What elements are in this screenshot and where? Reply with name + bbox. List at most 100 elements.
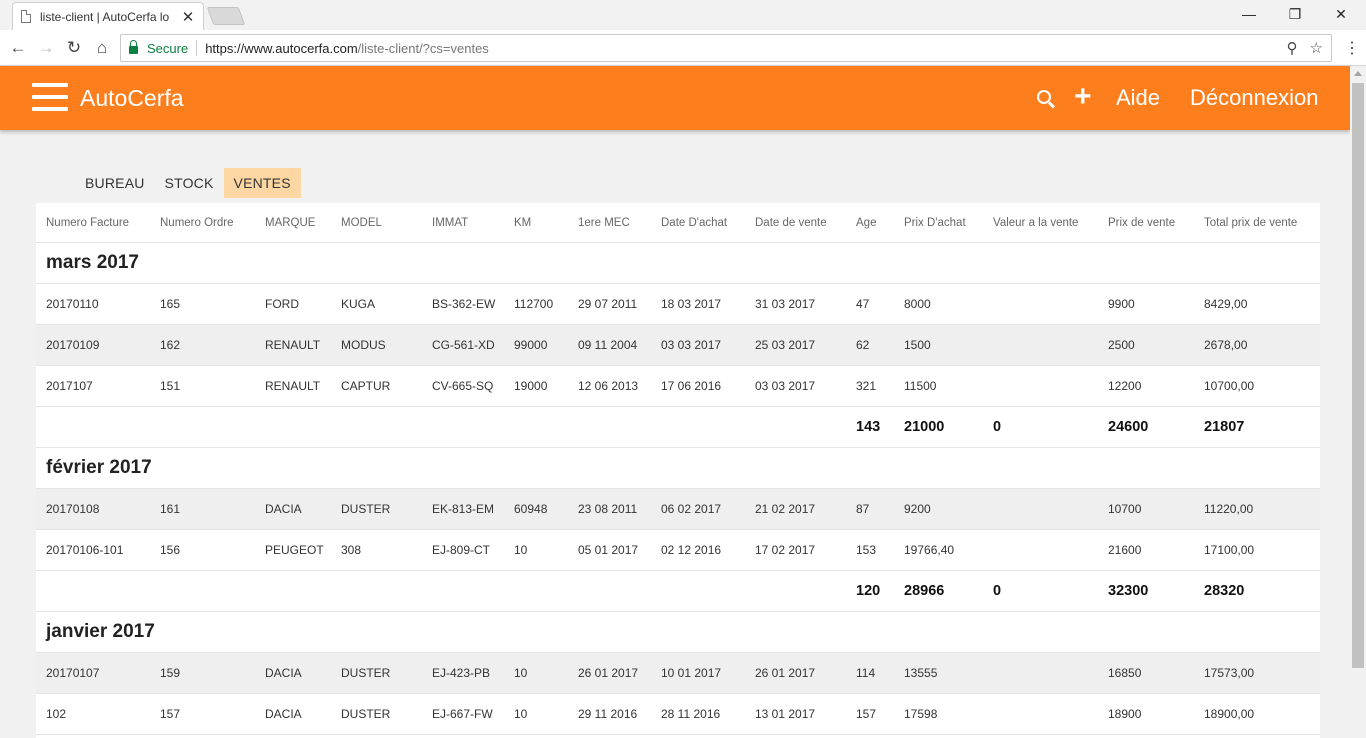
hamburger-menu-icon[interactable] [32, 83, 68, 111]
cell: 09 11 2004 [578, 338, 638, 352]
table-row[interactable]: 20170110 165 FORD KUGA BS-362-EW 112700 … [36, 284, 1320, 325]
cell: 21600 [1108, 543, 1142, 557]
cell: 29 11 2016 [578, 707, 638, 721]
column-header: Numero Ordre [160, 216, 234, 229]
cell: EJ-423-PB [432, 666, 491, 680]
cell: 23 08 2011 [578, 502, 638, 516]
cell: 157 [856, 707, 877, 721]
scroll-thumb[interactable] [1352, 83, 1364, 668]
search-icon[interactable] [1037, 90, 1055, 108]
total-prix-vente: 24600 [1108, 419, 1149, 435]
reload-icon[interactable]: ↻ [62, 36, 86, 60]
cell: 18900,00 [1204, 707, 1255, 721]
logout-link[interactable]: Déconnexion [1190, 85, 1318, 111]
table-row[interactable]: 20170109 162 RENAULT MODUS CG-561-XD 990… [36, 325, 1320, 366]
tab-ventes[interactable]: VENTES [223, 168, 301, 198]
minimize-button[interactable]: — [1226, 0, 1272, 28]
home-icon[interactable]: ⌂ [90, 36, 114, 60]
table-row[interactable]: 20170106-101 156 PEUGEOT 308 EJ-809-CT 1… [36, 530, 1320, 571]
page-scrollbar[interactable] [1350, 66, 1366, 738]
scroll-up-arrow-icon[interactable] [1354, 71, 1362, 76]
cell: 10 01 2017 [661, 666, 722, 680]
cell: 10700 [1108, 502, 1142, 516]
cell: 10 [514, 707, 528, 721]
bookmark-star-icon[interactable]: ☆ [1310, 39, 1323, 57]
column-header: Age [856, 216, 877, 229]
cell: 18 03 2017 [661, 297, 722, 311]
cell: 1500 [904, 338, 931, 352]
cell: 21 02 2017 [755, 502, 816, 516]
close-tab-icon[interactable]: ✕ [181, 8, 195, 26]
month-title: février 2017 [46, 457, 152, 478]
tab-stock[interactable]: STOCK [155, 168, 224, 198]
forward-arrow-icon[interactable]: → [34, 36, 58, 60]
cell: 16850 [1108, 666, 1142, 680]
column-header: Prix D'achat [904, 216, 966, 229]
cell: 62 [856, 338, 870, 352]
cell: 12200 [1108, 379, 1142, 393]
close-window-button[interactable]: ✕ [1318, 0, 1364, 28]
cell: RENAULT [265, 379, 321, 393]
month-group-header: janvier 2017 [36, 612, 1320, 653]
address-bar[interactable]: Secure https://www.autocerfa.com/liste-c… [120, 34, 1332, 62]
cell: 26 01 2017 [578, 666, 639, 680]
cell: 102 [46, 707, 67, 721]
cell: 156 [160, 543, 181, 557]
cell: 19766,40 [904, 543, 955, 557]
table-row[interactable]: 20170108 161 DACIA DUSTER EK-813-EM 6094… [36, 489, 1320, 530]
cell: 29 07 2011 [578, 297, 638, 311]
app-brand[interactable]: AutoCerfa [80, 85, 184, 112]
new-tab-button[interactable] [206, 7, 246, 25]
cell: 20170109 [46, 338, 100, 352]
table-header-row: Numero Facture Numero Ordre MARQUE MODEL… [36, 203, 1320, 243]
cell: CV-665-SQ [432, 379, 494, 393]
table-row[interactable]: 2017107 151 RENAULT CAPTUR CV-665-SQ 190… [36, 366, 1320, 407]
page-icon [21, 10, 31, 23]
column-header: MARQUE [265, 216, 316, 229]
column-header: Numero Facture [46, 216, 130, 229]
cell: 114 [856, 666, 876, 680]
cell: DUSTER [341, 707, 391, 721]
cell: CG-561-XD [432, 338, 495, 352]
column-header: IMMAT [432, 216, 469, 229]
cell: 05 01 2017 [578, 543, 639, 557]
column-header: Valeur a la vente [993, 216, 1079, 229]
table-row[interactable]: 20170107 159 DACIA DUSTER EJ-423-PB 10 2… [36, 653, 1320, 694]
total-prix-achat: 28966 [904, 583, 945, 599]
cell: 02 12 2016 [661, 543, 722, 557]
cell: 9200 [904, 502, 931, 516]
key-icon[interactable]: ⚲ [1287, 39, 1298, 57]
cell: 11500 [904, 379, 937, 393]
total-valeur: 0 [993, 583, 1002, 599]
cell: BS-362-EW [432, 297, 496, 311]
total-prix-vente-sum: 21807 [1204, 419, 1245, 435]
cell: 165 [160, 297, 181, 311]
lock-icon [129, 40, 138, 54]
back-arrow-icon[interactable]: ← [6, 36, 30, 60]
browser-menu-icon[interactable]: ⋮ [1344, 38, 1360, 58]
tab-bureau[interactable]: BUREAU [75, 168, 155, 198]
cell: 2678,00 [1204, 338, 1248, 352]
restore-button[interactable]: ❐ [1272, 0, 1318, 28]
browser-tab[interactable]: liste-client | AutoCerfa lo ✕ [12, 2, 204, 30]
table-row[interactable]: 102 157 DACIA DUSTER EJ-667-FW 10 29 11 … [36, 694, 1320, 735]
cell: 12 06 2013 [578, 379, 639, 393]
cell: 2500 [1108, 338, 1135, 352]
cell: 17 02 2017 [755, 543, 816, 557]
cell: 17573,00 [1204, 666, 1255, 680]
column-header: MODEL [341, 216, 382, 229]
cell: 47 [856, 297, 870, 311]
month-total-row: 143 21000 0 24600 21807 [36, 407, 1320, 448]
cell: 11220,00 [1204, 502, 1254, 516]
secure-label: Secure [147, 40, 189, 56]
help-link[interactable]: Aide [1116, 85, 1160, 111]
cell: EK-813-EM [432, 502, 495, 516]
cell: 17100,00 [1204, 543, 1255, 557]
cell: 28 11 2016 [661, 707, 721, 721]
browser-tabstrip: liste-client | AutoCerfa lo ✕ — ❐ ✕ [0, 0, 1366, 30]
cell: 9900 [1108, 297, 1135, 311]
cell: 321 [856, 379, 877, 393]
cell: 13 01 2017 [755, 707, 816, 721]
cell: 20170106-101 [46, 543, 124, 557]
add-icon[interactable]: + [1074, 80, 1092, 114]
